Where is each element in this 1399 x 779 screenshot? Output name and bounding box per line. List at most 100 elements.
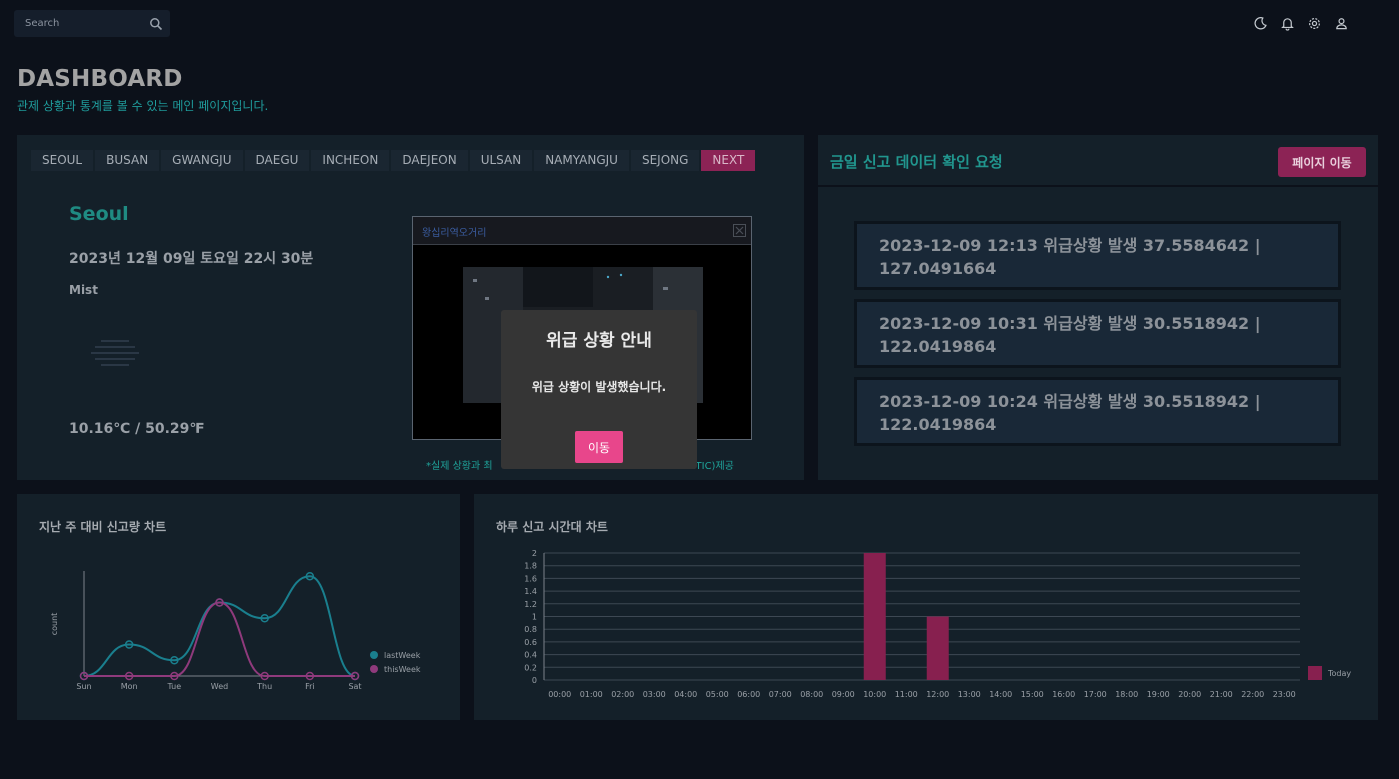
- user-icon[interactable]: [1334, 16, 1349, 31]
- x-tick-label: 08:00: [800, 690, 823, 699]
- bar: [926, 616, 949, 680]
- modal-move-button[interactable]: 이동: [575, 431, 623, 463]
- page-move-button[interactable]: 페이지 이동: [1278, 147, 1366, 177]
- cctv-header: 왕십리역오거리: [413, 217, 751, 245]
- x-tick-label: 22:00: [1241, 690, 1264, 699]
- weekly-line-chart: count Sun Mon Tue Wed Thu Fri Sat lastWeek thisWe…: [50, 571, 421, 691]
- x-tick-label: 10:00: [863, 690, 886, 699]
- tab-sejong[interactable]: SEJONG: [630, 150, 700, 171]
- tab-daegu[interactable]: DAEGU: [244, 150, 310, 171]
- x-tick-label: 09:00: [832, 690, 855, 699]
- reports-header: 금일 신고 데이터 확인 요청 페이지 이동: [818, 135, 1378, 187]
- bar: [863, 553, 886, 680]
- x-tick-label: 04:00: [674, 690, 697, 699]
- legend-label-today: Today: [1327, 669, 1351, 678]
- reports-panel: 금일 신고 데이터 확인 요청 페이지 이동 2023-12-09 12:13 …: [818, 135, 1378, 480]
- tab-namyangju[interactable]: NAMYANGJU: [534, 150, 629, 171]
- close-icon[interactable]: [733, 224, 746, 237]
- tab-daejeon[interactable]: DAEJEON: [391, 150, 468, 171]
- x-tick-label: 23:00: [1273, 690, 1296, 699]
- y-tick-label: 0: [532, 676, 537, 685]
- page-title: DASHBOARD: [17, 66, 183, 92]
- report-item[interactable]: 2023-12-09 12:13 위급상황 발생 37.5584642 | 12…: [854, 221, 1341, 290]
- x-tick-label: Fri: [305, 682, 315, 691]
- y-tick-label: 1.8: [524, 562, 537, 571]
- cctv-caption-source: ITIC)제공: [692, 461, 734, 472]
- legend-swatch-lastWeek: [370, 651, 378, 659]
- tab-incheon[interactable]: INCHEON: [311, 150, 390, 171]
- moon-icon[interactable]: [1253, 16, 1268, 31]
- x-tick-label: 19:00: [1147, 690, 1170, 699]
- modal-title: 위급 상황 안내: [546, 331, 652, 351]
- x-tick-label: Wed: [211, 682, 228, 691]
- x-tick-label: 15:00: [1021, 690, 1044, 699]
- tab-seoul[interactable]: SEOUL: [31, 150, 94, 171]
- x-tick-label: 05:00: [706, 690, 729, 699]
- x-tick-label: 20:00: [1178, 690, 1201, 699]
- weather-datetime: 2023년 12월 09일 토요일 22시 30분: [69, 251, 314, 267]
- x-tick-label: 13:00: [958, 690, 981, 699]
- x-tick-label: Thu: [256, 682, 272, 691]
- x-tick-label: Mon: [121, 682, 138, 691]
- x-tick-label: 12:00: [926, 690, 949, 699]
- top-bar: [0, 0, 1399, 48]
- y-tick-label: 1.2: [524, 600, 537, 609]
- y-tick-label: 1: [532, 613, 537, 622]
- search-input[interactable]: [14, 10, 144, 37]
- bell-icon[interactable]: [1280, 16, 1295, 31]
- modal-message: 위급 상황이 발생했습니다.: [531, 380, 667, 394]
- city-name: Seoul: [69, 203, 129, 225]
- x-tick-label: 02:00: [611, 690, 634, 699]
- weather-description: Mist: [69, 283, 98, 297]
- page-subtitle: 관제 상황과 통계를 볼 수 있는 메인 페이지입니다.: [17, 99, 269, 113]
- report-item[interactable]: 2023-12-09 10:31 위급상황 발생 30.5518942 | 12…: [854, 299, 1341, 368]
- x-tick-label: 17:00: [1084, 690, 1107, 699]
- hourly-bar-chart: 0 0.2 0.4 0.6 0.8 1 1.2 1.4 1.6 1.8 2 00:00 01:00 02:…: [524, 549, 1351, 699]
- y-tick-label: 0.6: [524, 638, 537, 647]
- x-tick-label: Sat: [348, 682, 361, 691]
- y-axis-label: count: [50, 613, 59, 636]
- series-line-thisWeek: [84, 601, 356, 677]
- cctv-caption-text: *실제 상황과 최: [426, 461, 493, 472]
- tab-gwangju[interactable]: GWANGJU: [161, 150, 243, 171]
- report-list: 2023-12-09 12:13 위급상황 발생 37.5584642 | 12…: [854, 221, 1341, 455]
- y-tick-label: 1.6: [524, 574, 537, 583]
- cctv-title: 왕십리역오거리: [422, 228, 487, 239]
- tab-ulsan[interactable]: ULSAN: [469, 150, 533, 171]
- search-box: [14, 10, 170, 37]
- y-tick-label: 1.4: [524, 587, 537, 596]
- x-tick-label: Tue: [166, 682, 181, 691]
- legend-label-lastWeek: lastWeek: [384, 651, 421, 660]
- search-icon[interactable]: [149, 16, 163, 31]
- y-tick-label: 0.2: [524, 663, 537, 672]
- tab-busan[interactable]: BUSAN: [95, 150, 160, 171]
- series-line-lastWeek: [83, 575, 356, 677]
- hourly-chart-panel: 하루 신고 시간대 차트 0 0.2 0.4 0.6 0.8 1 1.2 1.4 1.6 1.8 2…: [474, 494, 1378, 720]
- city-tabs: SEOUL BUSAN GWANGJU DAEGU INCHEON DAEJEO…: [31, 150, 756, 171]
- x-tick-label: 14:00: [989, 690, 1012, 699]
- y-tick-label: 0.8: [524, 625, 537, 634]
- next-button[interactable]: NEXT: [701, 150, 756, 171]
- x-tick-label: 11:00: [895, 690, 918, 699]
- x-tick-label: 07:00: [769, 690, 792, 699]
- y-tick-label: 0.4: [524, 651, 537, 660]
- legend-swatch-today: [1308, 666, 1322, 680]
- x-tick-label: 01:00: [580, 690, 603, 699]
- header-actions: [1253, 16, 1349, 31]
- legend-swatch-thisWeek: [370, 665, 378, 673]
- x-tick-label: 03:00: [643, 690, 666, 699]
- x-tick-label: 16:00: [1052, 690, 1075, 699]
- x-tick-label: Sun: [76, 682, 91, 691]
- x-tick-label: 21:00: [1210, 690, 1233, 699]
- x-tick-label: 18:00: [1115, 690, 1138, 699]
- alert-modal: 위급 상황 안내 위급 상황이 발생했습니다. 이동: [501, 310, 697, 469]
- x-tick-label: 06:00: [737, 690, 760, 699]
- legend-label-thisWeek: thisWeek: [384, 665, 421, 674]
- report-item[interactable]: 2023-12-09 10:24 위급상황 발생 30.5518942 | 12…: [854, 377, 1341, 446]
- gear-icon[interactable]: [1307, 16, 1322, 31]
- y-tick-label: 2: [532, 549, 537, 558]
- reports-title: 금일 신고 데이터 확인 요청: [830, 153, 1003, 171]
- temperature: 10.16℃ / 50.29℉: [69, 421, 205, 437]
- x-tick-label: 00:00: [548, 690, 571, 699]
- mist-icon: [89, 337, 141, 373]
